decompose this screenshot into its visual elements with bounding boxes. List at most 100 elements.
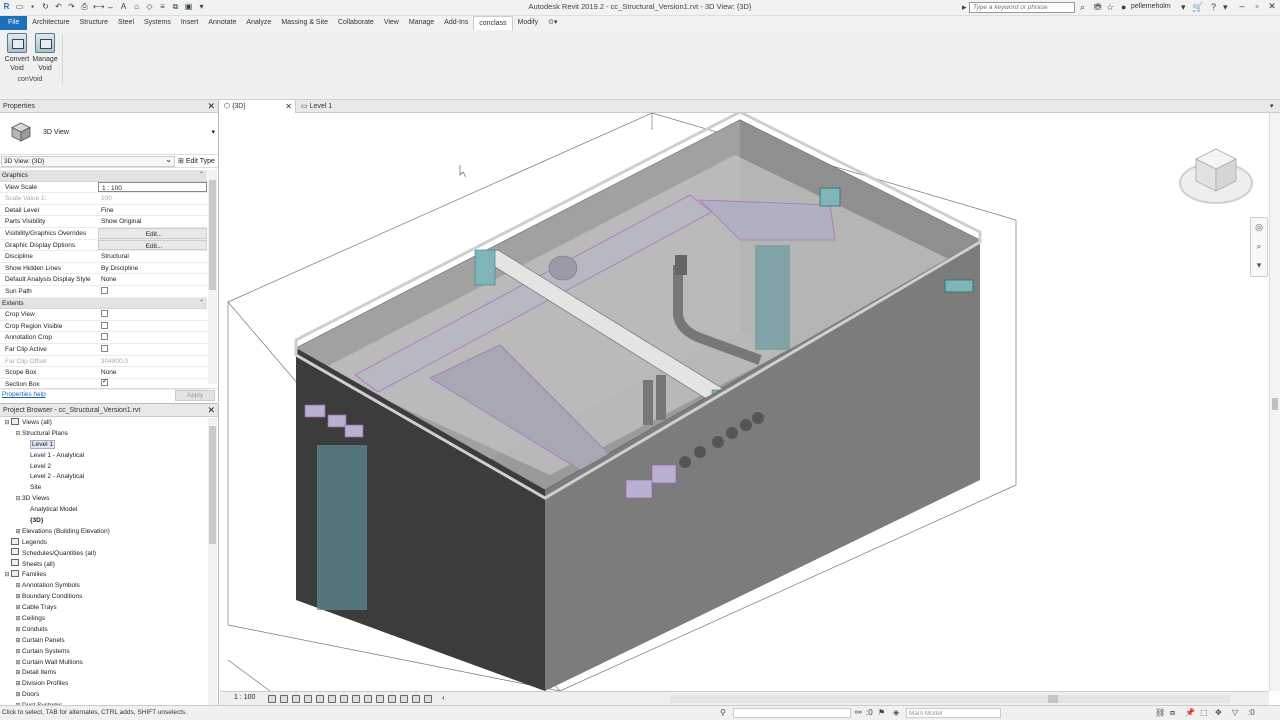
tree-node-conduits[interactable]: ⊞Conduits xyxy=(0,625,207,636)
ribbon-tab-view[interactable]: View xyxy=(379,16,404,30)
help-dropdown-icon[interactable]: ▾ xyxy=(1223,2,1228,12)
expand-icon[interactable]: ⊞ xyxy=(14,658,22,669)
tree-node-detail-items[interactable]: ⊞Detail Items xyxy=(0,668,207,679)
render-icon[interactable] xyxy=(316,695,324,703)
collapse-icon[interactable]: ⊟ xyxy=(3,570,11,581)
tree-node-level-2[interactable]: Level 2 xyxy=(0,462,207,473)
maximize-button[interactable]: ▫ xyxy=(1250,1,1264,11)
ribbon-tab-analyze[interactable]: Analyze xyxy=(241,16,276,30)
expand-icon[interactable]: ⊞ xyxy=(14,592,22,603)
tree-node-legends[interactable]: Legends xyxy=(0,537,207,549)
ribbon-tab-manage[interactable]: Manage xyxy=(404,16,439,30)
property-value[interactable] xyxy=(98,286,207,297)
tree-node-views-all[interactable]: ⊟ Views (all) xyxy=(0,418,207,429)
3d-view-icon[interactable]: ⌂ xyxy=(132,2,141,11)
expand-icon[interactable]: ⊞ xyxy=(14,679,22,690)
ribbon-tab-conclass[interactable]: conclass xyxy=(473,16,513,30)
expand-icon[interactable]: ⊞ xyxy=(14,636,22,647)
filter-selection-icon[interactable]: ▽ xyxy=(1232,708,1238,717)
checkbox[interactable] xyxy=(101,321,108,329)
edit-type-button[interactable]: ⊞ Edit Type xyxy=(178,157,215,165)
property-value[interactable] xyxy=(98,321,207,332)
crop-view-icon[interactable] xyxy=(328,695,336,703)
expand-icon[interactable]: ⊞ xyxy=(14,581,22,592)
tree-node-curtain-panels[interactable]: ⊞Curtain Panels xyxy=(0,636,207,647)
property-value[interactable]: By Discipline xyxy=(98,263,207,274)
tree-node-site[interactable]: Site xyxy=(0,483,207,494)
edit-button[interactable]: Edit... xyxy=(98,239,207,251)
select-pinned-icon[interactable]: 📌 xyxy=(1185,708,1195,717)
checkbox[interactable] xyxy=(101,309,108,317)
viewcube[interactable] xyxy=(1178,143,1254,209)
search-icon[interactable]: ⌕ xyxy=(1080,2,1085,12)
ribbon-tab-annotate[interactable]: Annotate xyxy=(203,16,241,30)
favorites-star-icon[interactable]: ☆ xyxy=(1106,2,1114,12)
collapse-icon[interactable]: ⌃ xyxy=(199,298,204,309)
chevron-down-icon[interactable]: ▾ xyxy=(211,128,215,136)
search-expand-icon[interactable]: ▸ xyxy=(962,2,967,12)
apply-button[interactable]: Apply xyxy=(175,390,215,401)
collapse-icon[interactable]: ⊟ xyxy=(14,429,22,440)
property-value[interactable]: None xyxy=(98,367,207,378)
reveal-hidden-icon[interactable] xyxy=(376,695,384,703)
tree-node-cable-trays[interactable]: ⊞Cable Trays xyxy=(0,603,207,614)
tree-node-curtain-systems[interactable]: ⊞Curtain Systems xyxy=(0,647,207,658)
workset-select[interactable] xyxy=(733,708,851,718)
store-cart-icon[interactable]: 🛒 xyxy=(1192,2,1203,12)
expand-icon[interactable]: ⊞ xyxy=(14,527,22,538)
analytical-model-icon[interactable] xyxy=(412,695,420,703)
revit-logo-icon[interactable]: R xyxy=(2,2,11,11)
tree-node-ceilings[interactable]: ⊞Ceilings xyxy=(0,614,207,625)
edit-button[interactable]: Edit... xyxy=(98,227,207,239)
active-model-select[interactable]: Main Model xyxy=(906,708,1001,718)
minimize-button[interactable]: – xyxy=(1235,1,1249,11)
dimension-icon[interactable]: ↔ xyxy=(106,2,115,11)
expand-icon[interactable]: ⊞ xyxy=(14,625,22,636)
expand-icon[interactable]: ⊞ xyxy=(14,690,22,701)
tree-node-level-1[interactable]: Level 1 xyxy=(0,439,207,451)
filter-icon[interactable]: ⚯ xyxy=(855,708,862,717)
collapse-icon[interactable]: ⌃ xyxy=(199,170,204,181)
close-icon[interactable]: ✕ xyxy=(207,100,215,113)
tree-node-3d-views[interactable]: ⊟3D Views xyxy=(0,494,207,505)
tree-node-analytical-model[interactable]: Analytical Model xyxy=(0,505,207,516)
3d-model-canvas[interactable] xyxy=(220,113,1269,691)
property-group-extents[interactable]: Extents ⌃ xyxy=(0,297,207,310)
collapse-icon[interactable]: ⊟ xyxy=(14,494,22,505)
checkbox[interactable] xyxy=(101,379,108,387)
property-value[interactable] xyxy=(98,344,207,355)
temporary-hide-icon[interactable] xyxy=(364,695,372,703)
nav-dropdown-icon[interactable]: ▾ xyxy=(1251,256,1267,275)
tree-node-structural-plans[interactable]: ⊟Structural Plans xyxy=(0,429,207,440)
select-underlay-icon[interactable]: ⧈ xyxy=(1170,708,1175,718)
user-icon[interactable]: ● xyxy=(1121,2,1126,12)
dropdown-icon[interactable]: ▾ xyxy=(1181,2,1186,12)
checkbox[interactable] xyxy=(101,333,108,341)
search-input[interactable]: Type a keyword or phrase xyxy=(969,2,1075,13)
ribbon-tab-file[interactable]: File xyxy=(0,16,28,30)
properties-scrollbar[interactable] xyxy=(208,170,217,384)
tree-node-level-1-analytical[interactable]: Level 1 - Analytical xyxy=(0,451,207,462)
view-instance-select[interactable]: 3D View: {3D} xyxy=(1,155,175,167)
section-icon[interactable]: ◇ xyxy=(145,2,154,11)
sun-path-icon[interactable] xyxy=(292,695,300,703)
ribbon-tab-massing-site[interactable]: Massing & Site xyxy=(276,16,333,30)
switch-windows-icon[interactable]: ▣ xyxy=(184,2,193,11)
design-options-icon[interactable]: ◈ xyxy=(893,708,899,717)
ribbon-minimize-icon[interactable]: ⊙▾ xyxy=(543,16,562,30)
tab-overflow-icon[interactable]: ▾ xyxy=(1270,100,1280,113)
tab-3d-view[interactable]: ⬡ {3D} ✕ xyxy=(220,100,296,113)
redo-icon[interactable]: ↷ xyxy=(67,2,76,11)
property-group-graphics[interactable]: Graphics ⌃ xyxy=(0,170,207,182)
property-value[interactable]: Structural xyxy=(98,251,207,262)
ribbon-tab-add-ins[interactable]: Add-Ins xyxy=(439,16,473,30)
ribbon-tab-architecture[interactable]: Architecture xyxy=(27,16,74,30)
highlight-displacement-icon[interactable] xyxy=(424,695,432,703)
select-by-face-icon[interactable]: ⬚ xyxy=(1200,708,1208,717)
tree-node-division-profiles[interactable]: ⊞Division Profiles xyxy=(0,679,207,690)
subscription-icon[interactable]: ⛃ xyxy=(1094,2,1102,12)
checkbox[interactable] xyxy=(101,344,108,352)
temporary-view-properties-icon[interactable] xyxy=(400,695,408,703)
checkbox[interactable] xyxy=(101,286,108,294)
manage-void-button[interactable]: Manage Void xyxy=(30,33,60,73)
